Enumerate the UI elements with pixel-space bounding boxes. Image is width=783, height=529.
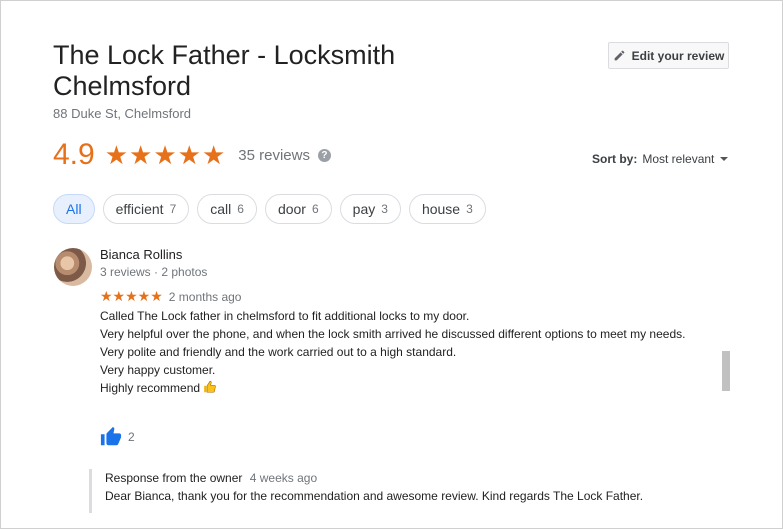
review-text: Called The Lock father in chelmsford to … [100, 307, 710, 399]
review-line: Very helpful over the phone, and when th… [100, 327, 686, 341]
like-button[interactable]: 2 [100, 426, 135, 448]
review-line: Very happy customer. [100, 363, 216, 377]
chip-count: 7 [169, 202, 177, 216]
rating-stars: ★★★★★ [104, 139, 227, 170]
chip-house[interactable]: house 3 [408, 194, 486, 224]
review-count: 35 reviews [238, 146, 310, 164]
owner-response-text: Dear Bianca, thank you for the recommend… [105, 489, 644, 503]
sort-dropdown[interactable]: Sort by: Most relevant [592, 152, 729, 166]
review-line: Highly recommend [100, 381, 201, 395]
sort-label: Sort by: [592, 152, 638, 166]
help-circle-icon[interactable]: ? [317, 148, 331, 162]
chip-label: door [277, 201, 306, 217]
rating-summary: 4.9 ★★★★★ 35 reviews ? [53, 138, 331, 172]
thumbs-up-icon [100, 426, 122, 446]
owner-response-date: 4 weeks ago [249, 471, 318, 485]
chip-count: 6 [311, 202, 319, 216]
pencil-icon [614, 50, 625, 61]
rating-value: 4.9 [53, 138, 95, 171]
review-line: Called The Lock father in chelmsford to … [100, 309, 470, 323]
chip-all[interactable]: All [53, 194, 95, 224]
chip-count: 3 [466, 202, 473, 216]
chip-call[interactable]: call 6 [197, 194, 257, 224]
edit-review-label: Edit your review [631, 48, 725, 63]
chip-door[interactable]: door 6 [264, 194, 332, 224]
chip-label: pay [352, 201, 376, 217]
review-date: 2 months ago [168, 289, 242, 304]
scrollbar-thumb[interactable] [722, 351, 730, 391]
chip-label: house [421, 201, 461, 217]
business-title: The Lock Father - Locksmith Chelmsford [53, 40, 396, 101]
caret-down-icon [720, 157, 729, 161]
owner-response-title: Response from the owner [105, 471, 243, 485]
review-line: Very polite and friendly and the work ca… [100, 345, 457, 359]
chip-label: efficient [115, 201, 164, 217]
review-rating-row: ★★★★★ 2 months ago [100, 288, 241, 305]
chip-count: 3 [381, 202, 388, 216]
chip-label: All [66, 201, 82, 217]
business-address: 88 Duke St, Chelmsford [53, 106, 192, 121]
thumbs-up-emoji-icon [203, 380, 217, 399]
chip-efficient[interactable]: efficient 7 [102, 194, 190, 224]
reviewer-meta: 3 reviews · 2 photos [100, 265, 208, 279]
sort-value: Most relevant [642, 152, 715, 166]
review-stars: ★★★★★ [100, 288, 163, 304]
owner-response-header: Response from the owner 4 weeks ago [105, 469, 709, 487]
reviewer-name[interactable]: Bianca Rollins [100, 247, 182, 262]
edit-review-button[interactable]: Edit your review [608, 42, 729, 69]
owner-response: Response from the owner 4 weeks ago Dear… [89, 469, 709, 513]
chip-pay[interactable]: pay 3 [339, 194, 401, 224]
review-line-last: Highly recommend [100, 379, 710, 399]
like-count: 2 [128, 430, 135, 444]
chip-count: 6 [237, 202, 244, 216]
chip-label: call [210, 201, 232, 217]
topic-chips: All efficient 7 call 6 door 6 pay 3 hous… [53, 194, 494, 224]
reviewer-avatar[interactable] [54, 248, 92, 286]
